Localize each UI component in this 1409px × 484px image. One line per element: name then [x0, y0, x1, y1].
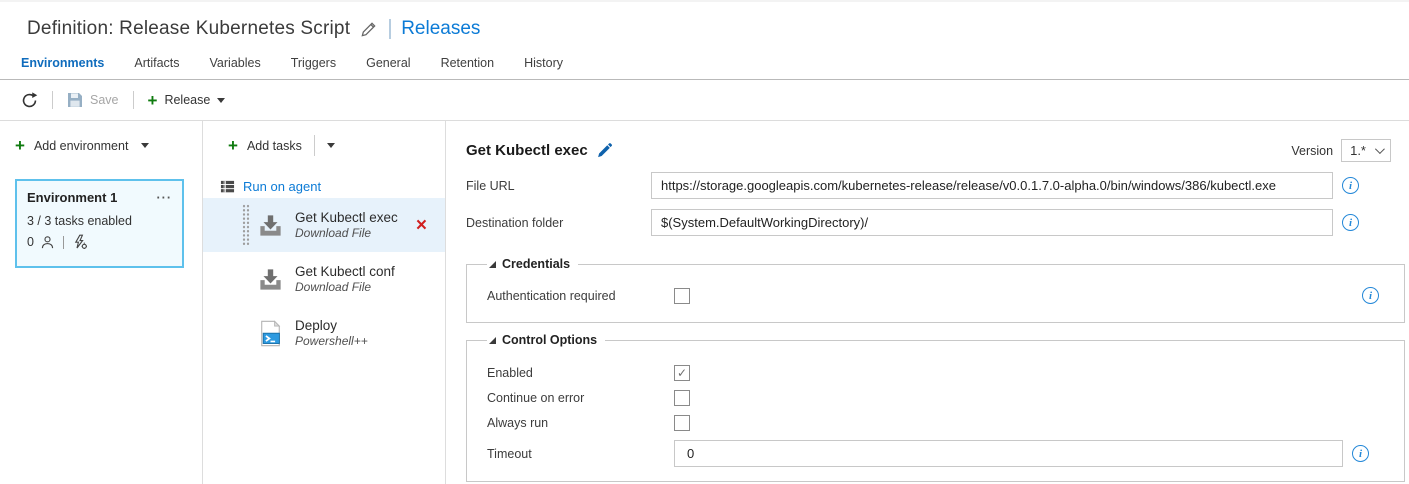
task-title: Get Kubectl exec	[295, 210, 412, 225]
always-run-label: Always run	[487, 416, 674, 430]
info-icon[interactable]: i	[1362, 287, 1379, 304]
collapse-triangle-icon	[489, 337, 496, 344]
tab-triggers[interactable]: Triggers	[291, 56, 336, 79]
deployment-conditions-icon[interactable]	[72, 234, 88, 250]
approvals-count: 0	[27, 235, 34, 249]
tab-artifacts[interactable]: Artifacts	[134, 56, 179, 79]
add-environment-button[interactable]: + Add environment	[15, 137, 202, 154]
authentication-required-label: Authentication required	[487, 289, 674, 303]
button-divider	[314, 135, 315, 156]
tab-history[interactable]: History	[524, 56, 563, 79]
download-file-icon	[257, 266, 284, 293]
releases-link[interactable]: Releases	[401, 18, 480, 40]
timeout-input[interactable]	[674, 440, 1343, 467]
credentials-section-header[interactable]: Credentials	[487, 257, 578, 271]
task-editor-panel: Get Kubectl exec Version 1.* File URL i …	[446, 121, 1409, 484]
add-tasks-label: Add tasks	[247, 139, 302, 153]
tab-retention[interactable]: Retention	[441, 56, 495, 79]
task-title: Get Kubectl conf	[295, 264, 437, 279]
rename-definition-pencil-icon[interactable]	[360, 21, 377, 38]
environment-tasks-summary: 3 / 3 tasks enabled	[27, 214, 172, 228]
file-url-input[interactable]	[651, 172, 1333, 199]
collapse-triangle-icon	[489, 261, 496, 268]
always-run-checkbox[interactable]	[674, 415, 690, 431]
person-icon[interactable]	[40, 235, 55, 250]
release-button[interactable]: + Release	[148, 92, 226, 109]
task-item-deploy[interactable]: Deploy Powershell++	[203, 306, 445, 360]
refresh-button[interactable]	[21, 92, 38, 109]
page-title: Definition: Release Kubernetes Script	[27, 18, 350, 40]
drag-handle[interactable]	[242, 204, 250, 246]
add-icon: +	[15, 137, 25, 154]
enabled-checkbox[interactable]	[674, 365, 690, 381]
environment-name: Environment 1	[27, 190, 117, 205]
tab-variables[interactable]: Variables	[210, 56, 261, 79]
continue-on-error-checkbox[interactable]	[674, 390, 690, 406]
delete-task-icon[interactable]: ×	[416, 216, 427, 235]
credentials-section: Credentials Authentication required i	[466, 257, 1405, 323]
command-toolbar: Save + Release	[0, 80, 1409, 121]
task-editor-title: Get Kubectl exec	[466, 142, 588, 159]
chevron-down-icon	[141, 143, 149, 148]
toolbar-divider	[52, 91, 53, 109]
credentials-title: Credentials	[502, 257, 570, 271]
agent-phase-icon	[220, 179, 235, 194]
add-environment-label: Add environment	[34, 139, 129, 153]
environment-card[interactable]: Environment 1 ··· 3 / 3 tasks enabled 0	[15, 179, 184, 268]
refresh-icon	[21, 92, 38, 109]
environment-more-menu[interactable]: ···	[157, 191, 173, 205]
info-icon[interactable]: i	[1352, 445, 1369, 462]
rename-task-pencil-icon[interactable]	[596, 142, 613, 159]
save-button-label: Save	[90, 93, 119, 107]
powershell-icon	[257, 320, 284, 347]
task-item-get-kubectl-exec[interactable]: Get Kubectl exec Download File ×	[203, 198, 445, 252]
chevron-down-icon[interactable]	[327, 143, 335, 148]
control-options-section-header[interactable]: Control Options	[487, 333, 605, 347]
task-title: Deploy	[295, 318, 437, 333]
authentication-required-checkbox[interactable]	[674, 288, 690, 304]
version-value: 1.*	[1350, 143, 1366, 158]
tasks-panel: + Add tasks Run on agent Get Kubectl exe…	[203, 121, 446, 484]
control-options-section: Control Options Enabled Continue on erro…	[466, 333, 1405, 482]
timeout-label: Timeout	[487, 447, 674, 461]
add-tasks-button[interactable]: + Add tasks	[203, 135, 445, 156]
chevron-down-icon	[217, 98, 225, 103]
task-subtitle: Download File	[295, 226, 412, 240]
tab-general[interactable]: General	[366, 56, 410, 79]
info-icon[interactable]: i	[1342, 177, 1359, 194]
destination-folder-label: Destination folder	[466, 216, 651, 230]
destination-folder-input[interactable]	[651, 209, 1333, 236]
version-label: Version	[1291, 144, 1333, 158]
continue-on-error-label: Continue on error	[487, 391, 674, 405]
tab-environments[interactable]: Environments	[21, 56, 104, 79]
task-subtitle: Powershell++	[295, 334, 437, 348]
control-options-title: Control Options	[502, 333, 597, 347]
run-on-agent-label: Run on agent	[243, 179, 321, 194]
file-url-label: File URL	[466, 179, 651, 193]
chevron-down-icon	[1375, 144, 1385, 154]
download-file-icon	[257, 212, 284, 239]
editor-content: + Add environment Environment 1 ··· 3 / …	[0, 121, 1409, 484]
environments-panel: + Add environment Environment 1 ··· 3 / …	[0, 121, 203, 484]
page-header: Definition: Release Kubernetes Script Re…	[0, 2, 1409, 46]
add-icon: +	[148, 92, 158, 109]
info-icon[interactable]: i	[1342, 214, 1359, 231]
add-icon: +	[228, 137, 238, 154]
task-item-get-kubectl-conf[interactable]: Get Kubectl conf Download File	[203, 252, 445, 306]
toolbar-divider	[133, 91, 134, 109]
release-button-label: Release	[164, 93, 210, 107]
enabled-label: Enabled	[487, 366, 674, 380]
save-icon	[67, 92, 83, 108]
icon-divider	[63, 236, 64, 249]
version-select[interactable]: 1.*	[1341, 139, 1391, 162]
run-on-agent-group[interactable]: Run on agent	[220, 179, 445, 194]
save-button[interactable]: Save	[67, 92, 119, 108]
title-separator	[389, 19, 391, 39]
definition-tab-bar: Environments Artifacts Variables Trigger…	[0, 46, 1409, 80]
task-subtitle: Download File	[295, 280, 437, 294]
